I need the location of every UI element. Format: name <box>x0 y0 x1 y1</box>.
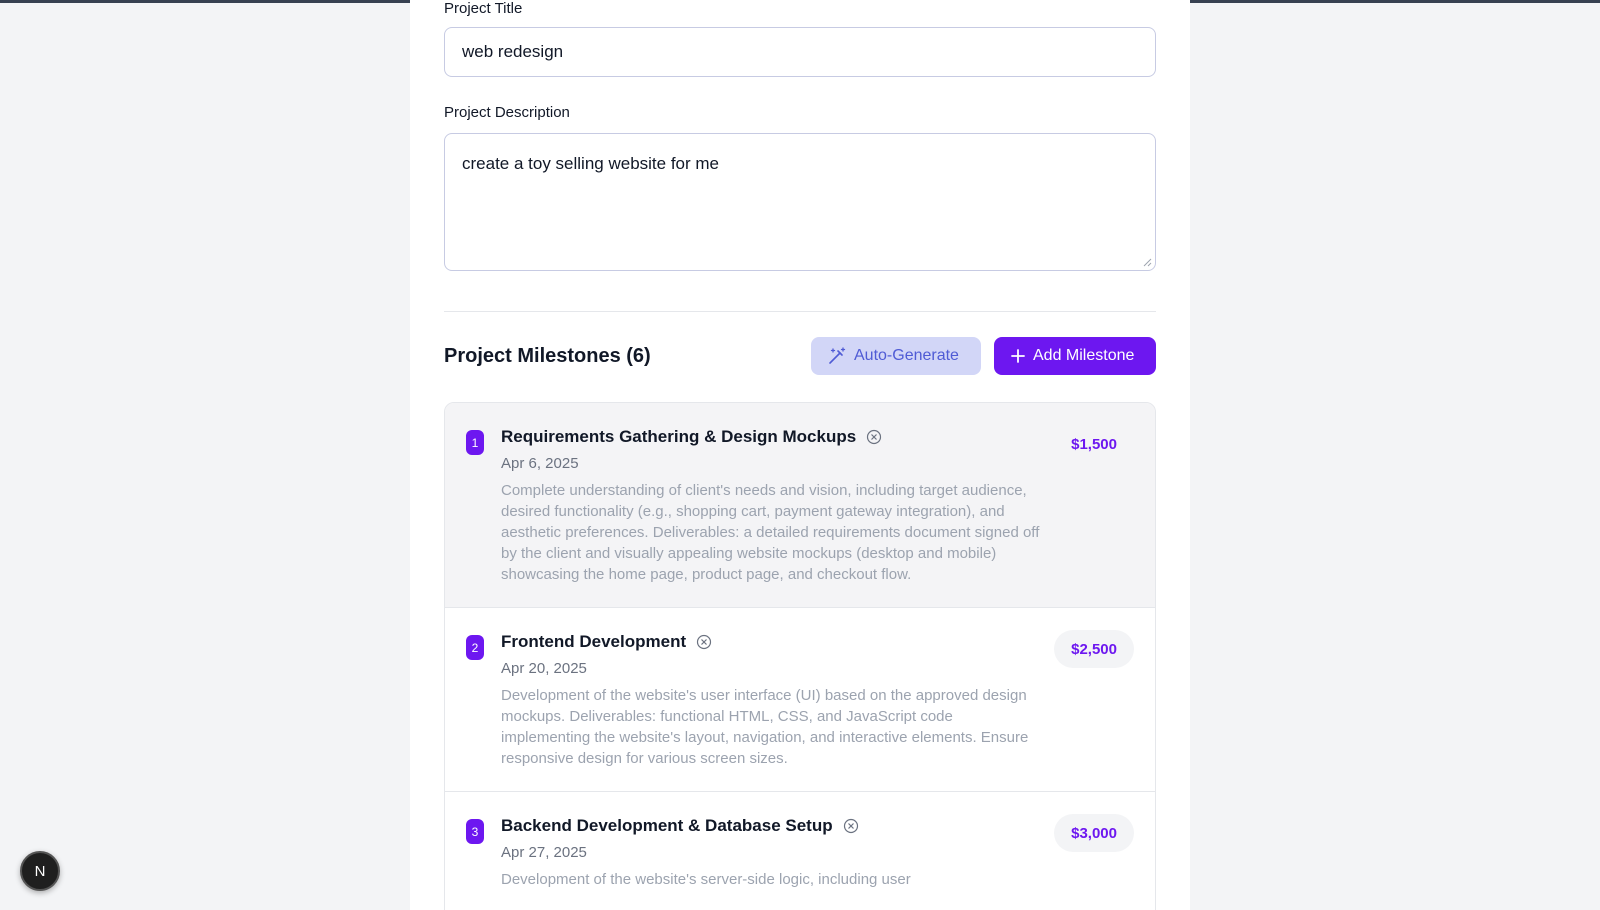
auto-generate-label: Auto-Generate <box>854 347 959 364</box>
auto-generate-button[interactable]: Auto-Generate <box>811 337 981 375</box>
milestone-date: Apr 27, 2025 <box>501 844 587 861</box>
add-milestone-button[interactable]: Add Milestone <box>994 337 1156 375</box>
section-divider <box>444 311 1156 312</box>
milestone-title: Frontend Development <box>501 632 687 651</box>
remove-circle-x-icon[interactable] <box>866 429 882 445</box>
milestones-actions: Auto-Generate Add Milestone <box>811 337 1156 375</box>
project-description-label: Project Description <box>444 104 570 121</box>
milestone-title: Backend Development & Database Setup <box>501 816 833 835</box>
milestone-title: Requirements Gathering & Design Mockups <box>501 427 857 446</box>
milestone-amount: $3,000 <box>1054 814 1134 852</box>
milestone-date: Apr 6, 2025 <box>501 455 579 472</box>
milestone-item[interactable]: 2 Frontend Development Apr 20, 2025 Deve… <box>445 608 1155 792</box>
project-description-text: create a toy selling website for me <box>462 154 720 173</box>
milestone-description: Development of the website's user interf… <box>501 687 1029 767</box>
milestone-list: 1 Requirements Gathering & Design Mockup… <box>444 402 1156 910</box>
svg-text:N: N <box>35 863 46 880</box>
nextjs-dev-badge[interactable]: N <box>20 851 60 891</box>
project-title-group: Project Title web redesign <box>444 0 1156 77</box>
milestone-item[interactable]: 1 Requirements Gathering & Design Mockup… <box>445 403 1155 608</box>
milestone-number-badge: 3 <box>466 819 484 844</box>
milestone-date: Apr 20, 2025 <box>501 660 587 677</box>
project-description-group: Project Description create a toy selling… <box>444 104 1156 271</box>
milestones-heading: Project Milestones (6) <box>444 344 651 367</box>
project-form-card: Project Title web redesign Project Descr… <box>410 0 1190 910</box>
add-milestone-label: Add Milestone <box>1033 347 1135 364</box>
milestone-number-badge: 2 <box>466 635 484 660</box>
remove-circle-x-icon[interactable] <box>696 634 712 650</box>
project-description-textarea[interactable]: create a toy selling website for me <box>444 133 1156 271</box>
milestone-description: Development of the website's server-side… <box>501 871 911 888</box>
resize-grip-icon[interactable] <box>1142 257 1152 267</box>
plus-icon <box>1011 349 1025 363</box>
project-title-input[interactable]: web redesign <box>444 27 1156 77</box>
milestone-amount: $2,500 <box>1054 630 1134 668</box>
milestones-header: Project Milestones (6) Auto-Generate Add… <box>444 337 1156 375</box>
milestone-item[interactable]: 3 Backend Development & Database Setup A… <box>445 792 1155 910</box>
magic-wand-icon <box>829 347 846 364</box>
milestone-amount: $1,500 <box>1071 435 1117 453</box>
milestone-description: Complete understanding of client's needs… <box>501 482 1040 583</box>
milestone-number-badge: 1 <box>466 430 484 455</box>
remove-circle-x-icon[interactable] <box>843 818 859 834</box>
project-title-label: Project Title <box>444 0 523 17</box>
nextjs-logo-icon: N <box>35 863 46 880</box>
